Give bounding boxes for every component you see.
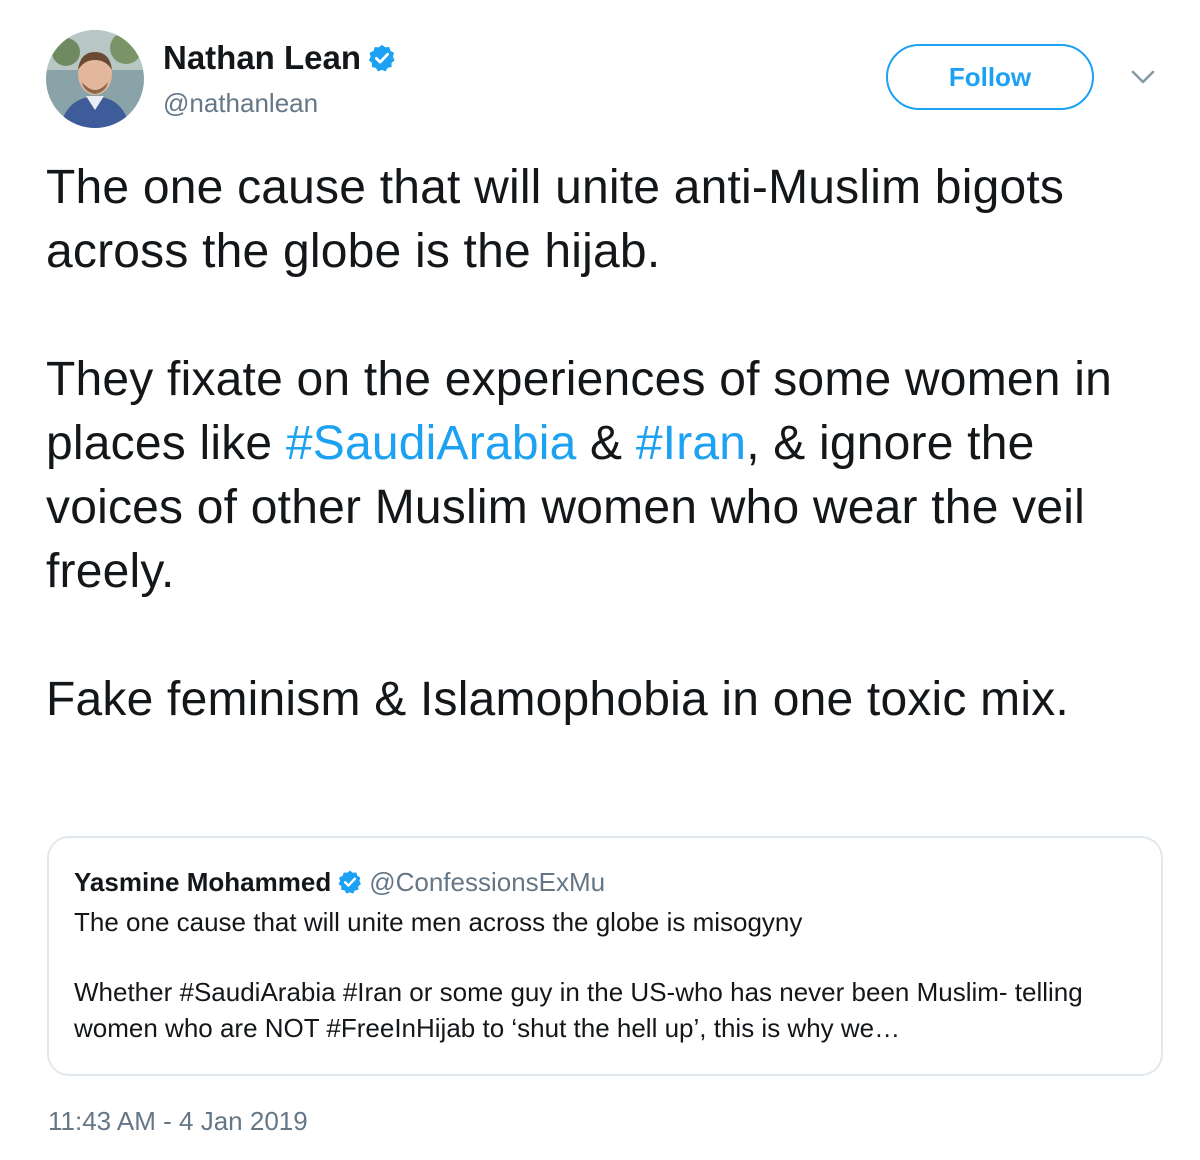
- quoted-author-handle: @ConfessionsExMu: [369, 867, 606, 897]
- quoted-author-name: Yasmine Mohammed: [74, 867, 332, 897]
- profile-photo: [46, 30, 144, 128]
- hashtag-link[interactable]: #Iran: [636, 417, 746, 470]
- hashtag-link[interactable]: #SaudiArabia: [286, 417, 577, 470]
- author-name-row[interactable]: Nathan Lean: [163, 38, 397, 78]
- tweet-paragraph: Fake feminism & Islamophobia in one toxi…: [46, 673, 1069, 726]
- verified-badge-icon: [338, 870, 362, 894]
- author-display-name[interactable]: Nathan Lean: [163, 38, 361, 78]
- follow-button[interactable]: Follow: [886, 44, 1094, 110]
- avatar[interactable]: [46, 30, 144, 128]
- quoted-tweet-line: The one cause that will unite men across…: [74, 907, 803, 937]
- quoted-tweet-header: Yasmine Mohammed @ConfessionsExMu: [74, 866, 605, 898]
- tweet-timestamp[interactable]: 11:43 AM - 4 Jan 2019: [48, 1104, 308, 1138]
- tweet-text-segment: &: [576, 417, 636, 470]
- tweet-paragraph: They fixate on the experiences of some w…: [46, 348, 1176, 604]
- tweet-paragraph: The one cause that will unite anti-Musli…: [46, 161, 1065, 278]
- author-handle[interactable]: @nathanlean: [163, 86, 318, 120]
- quoted-tweet-card[interactable]: Yasmine Mohammed @ConfessionsExMu The on…: [47, 836, 1163, 1076]
- quoted-tweet-text: The one cause that will unite men across…: [74, 904, 1144, 1046]
- chevron-down-icon[interactable]: [1130, 68, 1156, 86]
- verified-badge-icon: [368, 44, 395, 72]
- quoted-tweet-line: Whether #SaudiArabia #Iran or some guy i…: [74, 977, 1083, 1043]
- tweet-text: The one cause that will unite anti-Musli…: [46, 156, 1176, 732]
